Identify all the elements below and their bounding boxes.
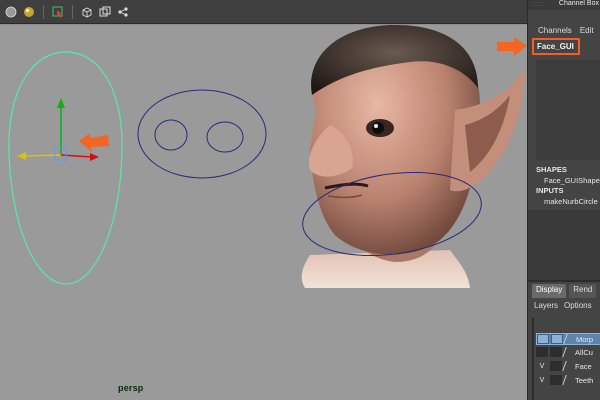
eyes-gui-curves[interactable] xyxy=(137,89,267,179)
tab-display[interactable]: Display xyxy=(532,284,567,298)
channel-box-empty-area xyxy=(528,210,600,280)
channel-box-panel: :::: Channel Box Channels Edit Face_GUI … xyxy=(527,0,600,400)
grip-icon[interactable]: :::: xyxy=(532,1,544,8)
annotation-arrow xyxy=(79,133,109,152)
menu-channels[interactable]: Channels xyxy=(538,26,572,38)
layer-template-toggle[interactable] xyxy=(550,347,562,357)
layer-visibility-toggle[interactable]: V xyxy=(536,361,548,371)
menu-edit[interactable]: Edit xyxy=(580,26,594,38)
layer-visibility-toggle[interactable]: V xyxy=(536,375,548,385)
viewport-toolbar xyxy=(0,0,527,24)
layer-icon xyxy=(562,375,575,385)
layer-name: Face xyxy=(575,361,592,371)
layer-name: Morp xyxy=(576,334,594,344)
shape-node-item[interactable]: Face_GUIShape xyxy=(544,176,600,185)
shapes-section-label: SHAPES xyxy=(536,165,567,174)
layer-list-scrollbar[interactable] xyxy=(532,318,534,400)
sphere-shade-icon[interactable] xyxy=(4,5,18,19)
toolbar-separator xyxy=(43,4,44,19)
cube-icon[interactable] xyxy=(80,5,94,19)
duplicate-icon[interactable] xyxy=(98,5,112,19)
sphere-light-icon[interactable] xyxy=(22,5,36,19)
channel-box-menubar: Channels Edit xyxy=(528,26,600,38)
layer-template-toggle[interactable] xyxy=(550,361,562,371)
layer-template-toggle[interactable] xyxy=(550,375,562,385)
select-tool-icon[interactable] xyxy=(51,5,65,19)
layer-icon xyxy=(562,361,575,371)
perspective-viewport[interactable]: persp xyxy=(0,25,527,400)
layer-editor-menubar: Layers Options xyxy=(534,301,592,310)
hierarchy-icon[interactable] xyxy=(116,5,130,19)
annotation-arrow-panel xyxy=(497,37,527,56)
move-manipulator[interactable] xyxy=(17,98,99,161)
input-node-item[interactable]: makeNurbCircle xyxy=(544,197,598,206)
layer-icon xyxy=(562,347,575,357)
selected-node-name[interactable]: Face_GUI xyxy=(532,38,580,55)
layer-icon xyxy=(563,334,576,344)
character-head-model[interactable] xyxy=(301,25,525,288)
panel-title: Channel Box xyxy=(558,0,599,7)
layer-row[interactable]: Morp xyxy=(536,333,600,345)
layer-visibility-toggle[interactable] xyxy=(536,347,548,357)
tab-render[interactable]: Rend xyxy=(569,284,597,298)
layer-row[interactable]: V Teeth xyxy=(536,374,600,386)
layer-template-toggle[interactable] xyxy=(551,334,563,344)
viewport-scene xyxy=(8,25,527,288)
layer-row[interactable]: AllCu xyxy=(536,346,600,358)
channel-list-area[interactable] xyxy=(536,60,600,160)
toolbar-separator xyxy=(72,4,73,19)
menu-options[interactable]: Options xyxy=(564,301,592,310)
inputs-section-label: INPUTS xyxy=(536,186,564,195)
panel-divider[interactable] xyxy=(528,280,600,282)
layer-name: Teeth xyxy=(575,375,594,385)
menu-layers[interactable]: Layers xyxy=(534,301,558,310)
layer-row[interactable]: V Face xyxy=(536,360,600,372)
layer-name: AllCu xyxy=(575,347,593,357)
panel-title-bar[interactable]: :::: Channel Box xyxy=(528,0,600,10)
face-gui-curve xyxy=(8,51,123,285)
layer-visibility-toggle[interactable] xyxy=(537,334,549,344)
camera-label: persp xyxy=(118,383,144,393)
layer-editor-tabs: Display Rend xyxy=(532,284,600,298)
